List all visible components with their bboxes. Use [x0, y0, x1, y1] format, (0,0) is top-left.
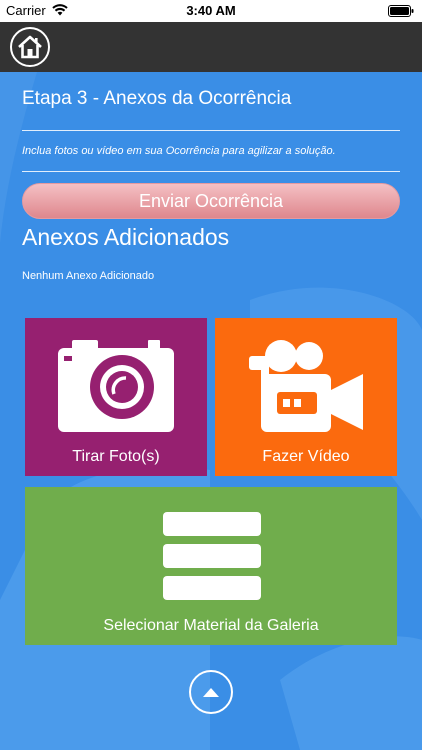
divider-bottom [22, 171, 400, 172]
step-subtitle: Inclua fotos ou vídeo em sua Ocorrência … [22, 145, 336, 157]
make-video-tile[interactable]: Fazer Vídeo [215, 318, 397, 476]
take-photo-label: Tirar Foto(s) [72, 448, 160, 465]
app-header [0, 22, 422, 72]
select-gallery-label: Selecionar Material da Galeria [103, 617, 319, 634]
divider-top [22, 130, 400, 131]
attachments-title: Anexos Adicionados [22, 224, 230, 250]
make-video-label: Fazer Vídeo [262, 448, 350, 465]
battery-icon [388, 5, 414, 17]
app-screen: Carrier 3:40 AM Etapa 3 - Anexos da Ocor… [0, 0, 422, 750]
no-attachments-text: Nenhum Anexo Adicionado [22, 270, 155, 282]
gallery-list-icon [163, 512, 261, 600]
status-time: 3:40 AM [186, 3, 236, 18]
home-icon [18, 35, 42, 59]
scroll-up-button[interactable] [189, 670, 233, 714]
send-occurrence-button[interactable]: Enviar Ocorrência [22, 183, 400, 219]
video-camera-icon [249, 340, 363, 432]
status-bar: Carrier 3:40 AM [0, 0, 422, 22]
camera-icon [58, 340, 174, 432]
chevron-up-icon [203, 688, 219, 697]
step-title: Etapa 3 - Anexos da Ocorrência [22, 88, 292, 109]
home-button[interactable] [10, 27, 50, 67]
select-gallery-tile[interactable]: Selecionar Material da Galeria [25, 487, 397, 645]
take-photo-tile[interactable]: Tirar Foto(s) [25, 318, 207, 476]
